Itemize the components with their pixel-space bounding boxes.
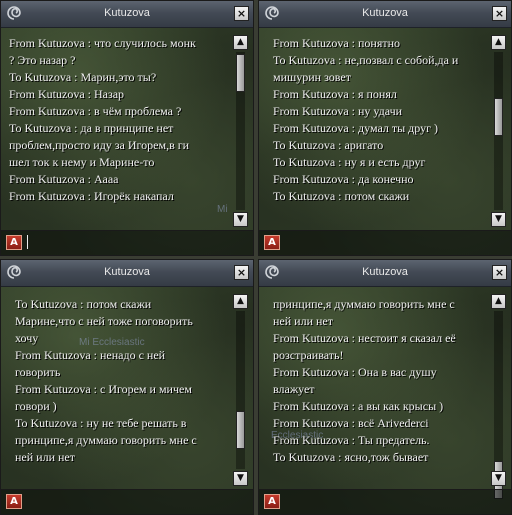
window-title: Kutuzova [104,266,150,278]
window-titlebar[interactable]: Kutuzova × [1,260,253,287]
scroll-down-icon[interactable]: ▼ [233,471,248,486]
chat-input-row: A [259,230,511,255]
window-title: Kutuzova [104,7,150,19]
window-titlebar[interactable]: Kutuzova × [259,1,511,28]
scroll-up-icon[interactable]: ▲ [491,35,506,50]
chat-line: ней или нет [273,314,333,328]
chat-input-row: A [1,230,253,255]
chat-line: To Kutuzova : Марин,это ты? [9,70,157,84]
chat-line: To Kutuzova : ясно,тож бывает [273,450,429,464]
chat-mode-button[interactable]: A [6,494,22,509]
chat-line: ? Это назар ? [9,53,76,67]
close-icon[interactable]: × [492,265,507,280]
chat-line: From Kutuzova : я понял [273,87,397,101]
chat-line: розстраивать! [273,348,344,362]
chat-line: мишурин зовет [273,70,351,84]
chat-line: From Kutuzova : нестоит я сказал её [273,331,456,345]
scroll-down-icon[interactable]: ▼ [233,212,248,227]
chat-line: From Kutuzova : в чём проблема ? [9,104,182,118]
close-icon[interactable]: × [234,6,249,21]
scroll-down-icon[interactable]: ▼ [491,212,506,227]
chat-log: From Kutuzova : понятно To Kutuzova : не… [273,35,485,205]
window-title: Kutuzova [362,266,408,278]
chat-line: Марине,что с ней тоже поговорить [15,314,193,328]
chat-line: To Kutuzova : ну не тебе решать в [15,416,187,430]
chat-window-bottom-right: Ecclesiastic Kutuzova × принципе,я думма… [258,259,512,515]
scroll-thumb[interactable] [494,98,503,136]
chat-line: From Kutuzova : думал ты друг ) [273,121,439,135]
chat-input[interactable] [27,235,247,250]
chat-line: From Kutuzova : Она в вас душу [273,365,437,379]
chat-log: принципе,я думмаю говорить мне с ней или… [273,296,485,466]
scroll-thumb[interactable] [236,54,245,92]
chat-line: To Kutuzova : потом скажи [273,189,410,203]
chat-window-bottom-left: Mi Ecclesiastic Kutuzova × To Kutuzova :… [0,259,254,515]
chat-line: говори ) [15,399,57,413]
chat-line: From Kutuzova : с Игорем и мичем [15,382,192,396]
scroll-track[interactable] [236,52,245,210]
chat-line: From Kutuzova : ну удачи [273,104,403,118]
chat-input[interactable] [27,494,247,509]
scroll-down-icon[interactable]: ▼ [491,471,506,486]
scroll-up-icon[interactable]: ▲ [491,294,506,309]
scrollbar[interactable]: ▲ ▼ [491,35,507,227]
chat-line: принципе,я думмаю говорить мне с [15,433,197,447]
window-title: Kutuzova [362,7,408,19]
scroll-thumb[interactable] [236,411,245,449]
close-icon[interactable]: × [492,6,507,21]
chat-line: From Kutuzova : ненадо с ней [15,348,166,362]
chat-line: хочу [15,331,39,345]
scroll-track[interactable] [494,311,503,499]
scroll-up-icon[interactable]: ▲ [233,294,248,309]
scrollbar[interactable]: ▲ ▼ [491,294,507,499]
chat-line: говорить [15,365,61,379]
scrollbar[interactable]: ▲ ▼ [233,294,249,486]
chat-line: To Kutuzova : не,позвал с собой,да и [273,53,459,67]
chat-line: To Kutuzova : да в принципе нет [9,121,174,135]
chat-line: From Kutuzova : а вы как крысы ) [273,399,444,413]
chat-window-top-left: Mi Kutuzova × From Kutuzova : что случил… [0,0,254,256]
window-titlebar[interactable]: Kutuzova × [259,260,511,287]
chat-line: From Kutuzova : что случилось монк [9,36,196,50]
chat-line: From Kutuzova : Аааа [9,172,119,186]
chat-input[interactable] [285,494,505,509]
chat-line: шел ток к нему и Марине-то [9,155,155,169]
chat-line: To Kutuzova : аригато [273,138,384,152]
window-titlebar[interactable]: Kutuzova × [1,1,253,28]
chat-mode-button[interactable]: A [6,235,22,250]
chat-line: To Kutuzova : ну я и есть друг [273,155,426,169]
chat-line: принципе,я думмаю говорить мне с [273,297,455,311]
chat-mode-button[interactable]: A [264,494,280,509]
chat-line: From Kutuzova : Назар [9,87,125,101]
text-caret [27,235,28,249]
chat-line: From Kutuzova : Ты предатель. [273,433,430,447]
chat-line: From Kutuzova : да конечно [273,172,414,186]
scrollbar[interactable]: ▲ ▼ [233,35,249,227]
chat-log: From Kutuzova : что случилось монк ? Это… [9,35,221,205]
chat-line: From Kutuzova : понятно [273,36,401,50]
close-icon[interactable]: × [234,265,249,280]
chat-window-top-right: Kutuzova × From Kutuzova : понятно To Ku… [258,0,512,256]
chat-log: To Kutuzova : потом скажи Марине,что с н… [15,296,227,466]
chat-line: To Kutuzova : потом скажи [15,297,152,311]
chat-input-row: A [1,489,253,514]
chat-mode-button[interactable]: A [264,235,280,250]
chat-line: From Kutuzova : всё Arivederci [273,416,429,430]
chat-line: влажует [273,382,315,396]
chat-line: From Kutuzova : Игорёк накапал [9,189,174,203]
chat-line: проблем,просто иду за Игорем,в ги [9,138,190,152]
chat-input-row: A [259,489,511,514]
chat-input[interactable] [285,235,505,250]
chat-line: ней или нет [15,450,75,464]
background-nameplate: Mi [217,204,228,215]
scroll-track[interactable] [236,311,245,469]
scroll-up-icon[interactable]: ▲ [233,35,248,50]
scroll-track[interactable] [494,52,503,210]
